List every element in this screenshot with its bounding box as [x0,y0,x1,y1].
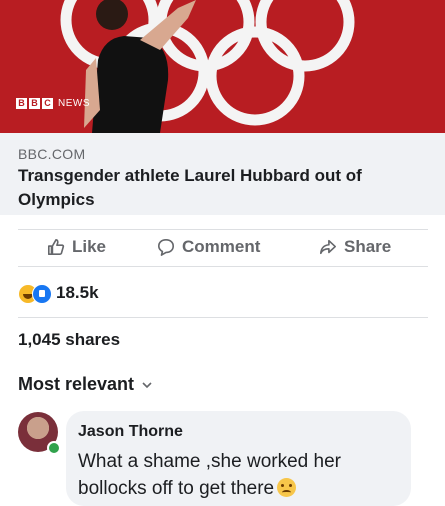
online-status-dot [47,441,61,455]
olympic-rings-photo [60,0,355,133]
like-label: Like [72,237,107,256]
reaction-count: 18.5k [56,283,99,302]
reaction-summary[interactable]: 18.5k [18,283,99,304]
share-count[interactable]: 1,045 shares [18,330,120,350]
share-button[interactable]: Share [319,232,391,262]
like-icon [32,284,52,304]
link-domain: BBC.COM [18,146,86,162]
thumbs-up-icon [47,238,65,256]
reaction-icons [18,283,52,304]
comment-author[interactable]: Jason Thorne [78,423,183,441]
divider [18,229,428,230]
like-button[interactable]: Like [47,232,106,262]
comment-button[interactable]: Comment [157,232,260,262]
comment-sort-dropdown[interactable]: Most relevant [18,374,152,395]
post-action-bar: Like Comment Share [0,232,445,262]
sort-label: Most relevant [18,374,135,394]
chevron-down-icon [142,381,152,388]
comment-text: What a shame ,she worked her bollocks of… [78,451,341,499]
divider [18,266,428,267]
comment-bubble-icon [157,238,175,256]
avatar[interactable] [18,412,61,455]
comment-label: Comment [182,237,261,256]
divider [18,317,428,318]
share-arrow-icon [319,239,337,255]
link-title[interactable]: Transgender athlete Laurel Hubbard out o… [18,164,428,212]
confused-face-emoji [277,478,297,497]
link-preview-image[interactable]: B B C NEWS [0,0,445,133]
bbc-news-logo: B B C NEWS [16,98,90,109]
share-label: Share [344,237,392,256]
